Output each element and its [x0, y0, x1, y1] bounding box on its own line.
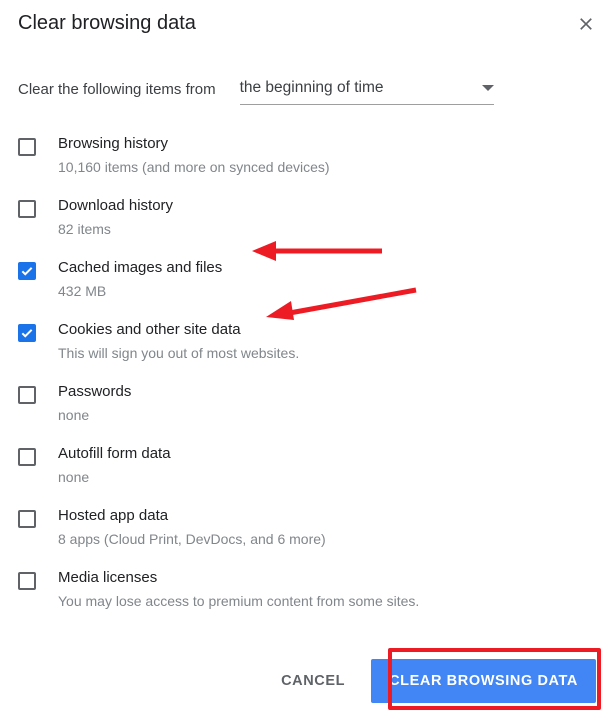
option-row: Download history 82 items [18, 195, 596, 239]
option-label: Cookies and other site data [58, 319, 596, 341]
option-text: Cookies and other site data This will si… [58, 319, 596, 363]
checkbox-5[interactable] [18, 448, 36, 466]
time-range-select[interactable]: the beginning of time [240, 73, 494, 105]
option-sublabel: none [58, 405, 596, 425]
checkbox-4[interactable] [18, 386, 36, 404]
option-label: Autofill form data [58, 443, 596, 465]
option-label: Hosted app data [58, 505, 596, 527]
option-sublabel: You may lose access to premium content f… [58, 591, 596, 611]
option-sublabel: 10,160 items (and more on synced devices… [58, 157, 596, 177]
dialog-footer: CANCEL CLEAR BROWSING DATA [18, 659, 596, 703]
checkbox-1[interactable] [18, 200, 36, 218]
checkbox-6[interactable] [18, 510, 36, 528]
time-range-row: Clear the following items from the begin… [18, 73, 596, 105]
option-label: Download history [58, 195, 596, 217]
checkbox-0[interactable] [18, 138, 36, 156]
time-range-select-wrap: the beginning of time [240, 73, 494, 105]
option-text: Hosted app data 8 apps (Cloud Print, Dev… [58, 505, 596, 549]
option-text: Browsing history 10,160 items (and more … [58, 133, 596, 177]
option-label: Passwords [58, 381, 596, 403]
options-list: Browsing history 10,160 items (and more … [18, 133, 596, 611]
checkbox-wrap [18, 381, 50, 404]
option-sublabel: 8 apps (Cloud Print, DevDocs, and 6 more… [58, 529, 596, 549]
option-row: Autofill form data none [18, 443, 596, 487]
option-text: Media licenses You may lose access to pr… [58, 567, 596, 611]
option-sublabel: 82 items [58, 219, 596, 239]
clear-browsing-data-button[interactable]: CLEAR BROWSING DATA [371, 659, 596, 703]
option-text: Passwords none [58, 381, 596, 425]
dialog-header: Clear browsing data [18, 12, 596, 35]
option-sublabel: 432 MB [58, 281, 596, 301]
option-row: Hosted app data 8 apps (Cloud Print, Dev… [18, 505, 596, 549]
dialog-title: Clear browsing data [18, 12, 196, 35]
time-range-value: the beginning of time [240, 79, 384, 97]
clear-browsing-data-dialog: Clear browsing data Clear the following … [0, 0, 614, 721]
option-sublabel: none [58, 467, 596, 487]
checkbox-2[interactable] [18, 262, 36, 280]
option-sublabel: This will sign you out of most websites. [58, 343, 596, 363]
checkbox-wrap [18, 133, 50, 156]
option-label: Media licenses [58, 567, 596, 589]
checkbox-wrap [18, 319, 50, 342]
option-label: Browsing history [58, 133, 596, 155]
option-row: Cookies and other site data This will si… [18, 319, 596, 363]
option-label: Cached images and files [58, 257, 596, 279]
checkbox-3[interactable] [18, 324, 36, 342]
option-row: Passwords none [18, 381, 596, 425]
checkbox-wrap [18, 443, 50, 466]
checkbox-7[interactable] [18, 572, 36, 590]
option-text: Autofill form data none [58, 443, 596, 487]
option-text: Download history 82 items [58, 195, 596, 239]
cancel-button[interactable]: CANCEL [267, 661, 359, 701]
option-row: Browsing history 10,160 items (and more … [18, 133, 596, 177]
from-label: Clear the following items from [18, 81, 216, 98]
checkbox-wrap [18, 505, 50, 528]
chevron-down-icon [482, 85, 494, 91]
checkbox-wrap [18, 257, 50, 280]
option-row: Cached images and files 432 MB [18, 257, 596, 301]
checkbox-wrap [18, 195, 50, 218]
close-icon[interactable] [576, 14, 596, 34]
option-row: Media licenses You may lose access to pr… [18, 567, 596, 611]
option-text: Cached images and files 432 MB [58, 257, 596, 301]
checkbox-wrap [18, 567, 50, 590]
